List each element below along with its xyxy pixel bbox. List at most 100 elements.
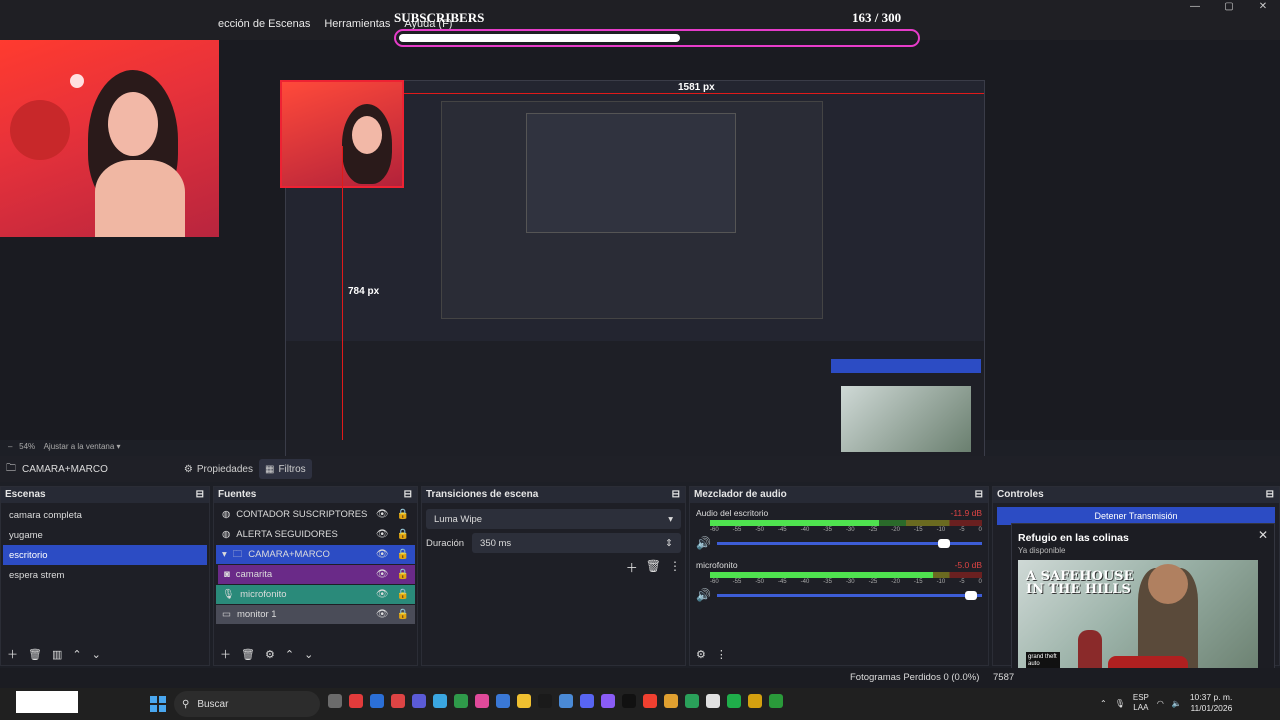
lock-icon[interactable]: 🔒 (397, 609, 409, 620)
volume-knob[interactable] (938, 538, 951, 548)
mixer-settings-icon[interactable]: ⚙ (696, 648, 706, 661)
taskbar-app-icon[interactable] (475, 694, 489, 708)
taskbar-app-icon[interactable] (538, 694, 552, 708)
volume-icon[interactable]: 🔈 (1172, 699, 1182, 708)
zoom-fit-label[interactable]: Ajustar a la ventana (44, 442, 115, 451)
taskbar-app-icon[interactable] (664, 694, 678, 708)
chevron-up-icon[interactable]: ⌃ (285, 648, 294, 661)
close-button[interactable]: ✕ (1246, 0, 1280, 14)
expand-icon[interactable]: ▾ (222, 549, 227, 560)
chevron-up-icon[interactable]: ⌃ (72, 648, 81, 661)
chevron-down-icon[interactable]: ⌄ (304, 648, 313, 661)
menu-item-scene-collection[interactable]: ección de Escenas (218, 18, 310, 30)
channel-name: microfonito (696, 560, 738, 570)
speaker-icon[interactable]: 🔊 (696, 536, 711, 550)
gear-icon[interactable]: ⚙ (265, 648, 275, 661)
mic-icon[interactable]: 🎙 (1115, 699, 1125, 708)
filter-icon[interactable]: ▥ (52, 648, 62, 661)
taskbar-app-icon[interactable] (496, 694, 510, 708)
source-item[interactable]: ▭ monitor 1 👁 🔒 (216, 605, 415, 624)
transition-select[interactable]: Luma Wipe ▾ (426, 509, 681, 529)
menu-item-tools[interactable]: Herramientas (324, 18, 390, 30)
taskbar-app-icon[interactable] (328, 694, 342, 708)
scene-item[interactable]: espera strem (3, 565, 207, 585)
wifi-icon[interactable]: ◠ (1157, 699, 1164, 708)
dock-menu-icon[interactable]: ⊟ (1266, 487, 1274, 503)
more-icon[interactable]: ⋮ (716, 648, 727, 661)
transitions-dock: Transiciones de escena ⊟ Luma Wipe ▾ Durac… (421, 486, 686, 666)
clock[interactable]: 10:37 p. m. 11/01/2026 (1190, 692, 1233, 714)
preview-canvas[interactable]: 1581 px 784 px (0, 40, 1280, 473)
taskbar-app-icon[interactable] (412, 694, 426, 708)
taskbar-app-icon[interactable] (370, 694, 384, 708)
taskbar-app-icon[interactable] (706, 694, 720, 708)
lock-icon[interactable]: 🔒 (397, 529, 409, 540)
zoom-minus-icon[interactable]: – (8, 442, 12, 451)
eye-icon[interactable]: 👁 (376, 589, 389, 600)
volume-slider[interactable] (716, 538, 982, 548)
lock-icon[interactable]: 🔒 (397, 509, 409, 520)
add-icon[interactable]: ＋ (626, 559, 638, 576)
chevron-down-icon[interactable]: ⌄ (92, 648, 101, 661)
trash-icon[interactable]: 🗑 (28, 648, 42, 661)
maximize-button[interactable]: ▢ (1212, 0, 1246, 14)
dock-menu-icon[interactable]: ⊟ (404, 487, 412, 503)
source-item[interactable]: ◍ CONTADOR SUSCRIPTORES 👁 🔒 (216, 505, 415, 524)
windows-start-icon[interactable] (150, 696, 166, 712)
chevron-up-icon[interactable]: ⌃ (1100, 699, 1107, 708)
lock-icon[interactable]: 🔒 (397, 549, 409, 560)
zoom-dropdown-icon[interactable]: ▾ (117, 442, 121, 451)
properties-button[interactable]: ⚙ Propiedades (178, 459, 259, 479)
mic-icon: 🎙 (222, 589, 235, 600)
eye-icon[interactable]: 👁 (376, 549, 389, 560)
taskbar-app-icon[interactable] (727, 694, 741, 708)
source-item[interactable]: ◙ camarita 👁 🔒 (218, 565, 415, 584)
eye-icon[interactable]: 👁 (376, 569, 389, 580)
source-item[interactable]: ◍ ALERTA SEGUIDORES 👁 🔒 (216, 525, 415, 544)
scene-item-selected[interactable]: escritorio (3, 545, 207, 565)
source-item[interactable]: 🎙 microfonito 👁 🔒 (216, 585, 415, 604)
taskbar-app-icon[interactable] (454, 694, 468, 708)
scene-item[interactable]: camara completa (3, 505, 207, 525)
trash-icon[interactable]: 🗑 (241, 648, 255, 661)
minimize-button[interactable]: — (1178, 0, 1212, 14)
dock-menu-icon[interactable]: ⊟ (672, 487, 680, 503)
eye-icon[interactable]: 👁 (376, 529, 389, 540)
taskbar-app-icon[interactable] (769, 694, 783, 708)
scene-item[interactable]: yugame (3, 525, 207, 545)
eye-icon[interactable]: 👁 (376, 509, 389, 520)
taskbar-app-icon[interactable] (517, 694, 531, 708)
dock-menu-icon[interactable]: ⊟ (196, 487, 204, 503)
dock-menu-icon[interactable]: ⊟ (975, 487, 983, 503)
speaker-icon[interactable]: 🔊 (696, 588, 711, 602)
taskbar-app-icon[interactable] (391, 694, 405, 708)
taskbar-app-icon[interactable] (685, 694, 699, 708)
volume-knob[interactable] (964, 590, 977, 600)
language-indicator[interactable]: ESP LAA (1133, 693, 1149, 713)
taskbar-app-icon[interactable] (643, 694, 657, 708)
taskbar-search[interactable]: ⚲ Buscar (174, 691, 320, 717)
duration-field[interactable]: 350 ms ⇕ (472, 533, 681, 553)
meter-tick-label: -40 (800, 579, 810, 585)
controls-title: Controles (997, 489, 1044, 500)
trash-icon[interactable]: 🗑 (646, 559, 661, 576)
taskbar-app-icon[interactable] (601, 694, 615, 708)
source-item-selected[interactable]: ▾ 🗀 CAMARA+MARCO 👁 🔒 (216, 545, 415, 564)
stepper-icon[interactable]: ⇕ (665, 538, 673, 549)
more-icon[interactable]: ⋮ (669, 559, 681, 576)
taskbar-app-icon[interactable] (433, 694, 447, 708)
eye-icon[interactable]: 👁 (376, 609, 389, 620)
lock-icon[interactable]: 🔒 (397, 589, 409, 600)
taskbar-app-icon[interactable] (622, 694, 636, 708)
volume-slider[interactable] (716, 590, 982, 600)
add-icon[interactable]: ＋ (7, 646, 18, 662)
lock-icon[interactable]: 🔒 (397, 569, 409, 580)
taskbar-app-icon[interactable] (580, 694, 594, 708)
taskbar-app-icon[interactable] (349, 694, 363, 708)
taskbar-app-icon[interactable] (748, 694, 762, 708)
add-icon[interactable]: ＋ (220, 646, 231, 662)
filters-button[interactable]: ▦ Filtros (258, 459, 312, 479)
notification-toast[interactable]: Refugio en las colinas Ya disponible ✕ A… (1011, 523, 1275, 683)
close-icon[interactable]: ✕ (1258, 528, 1268, 542)
taskbar-app-icon[interactable] (559, 694, 573, 708)
